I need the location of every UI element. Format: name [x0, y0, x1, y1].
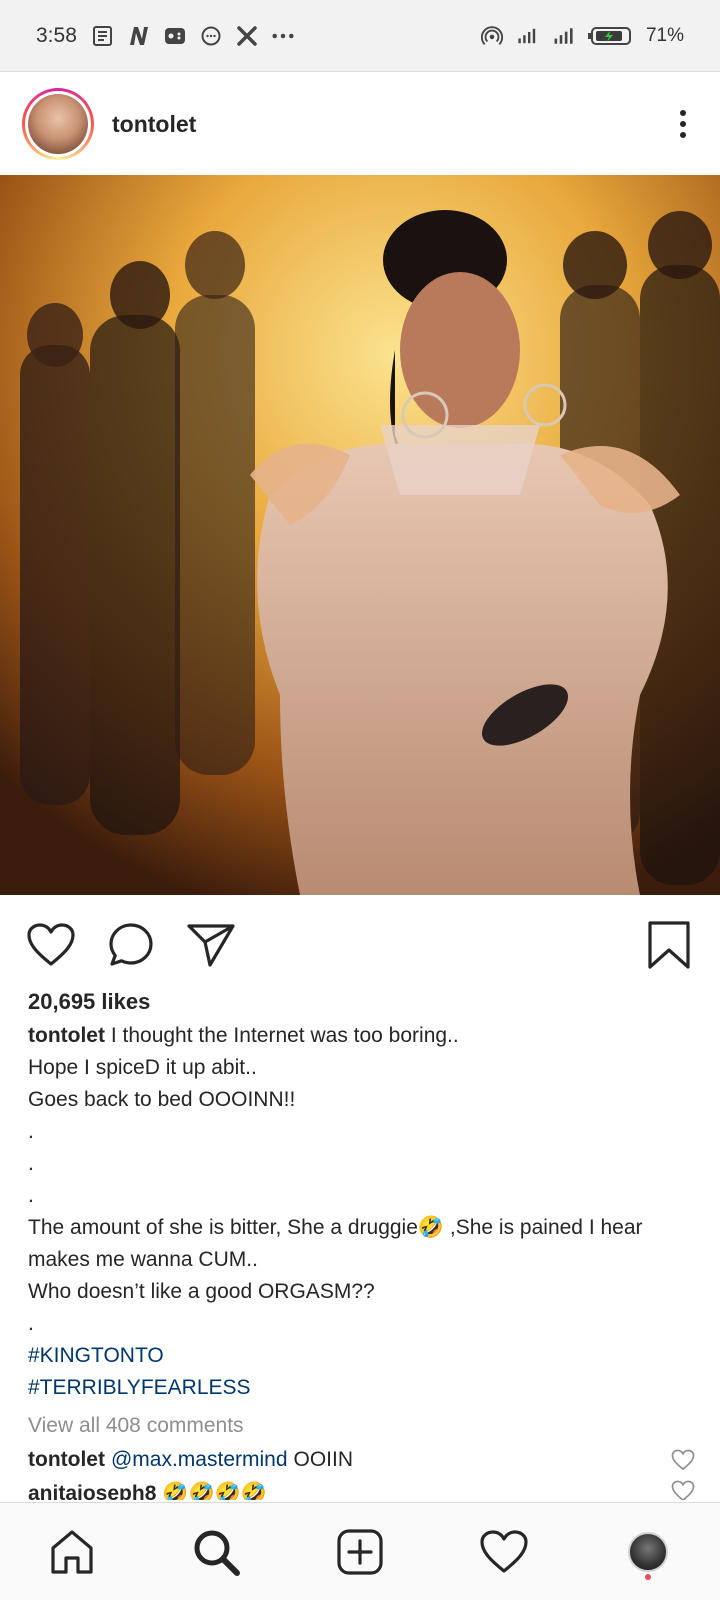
- home-icon[interactable]: [42, 1522, 102, 1582]
- share-send-icon[interactable]: [184, 918, 238, 972]
- game-icon: [163, 24, 187, 48]
- caption-line: Who doesn’t like a good ORGASM??: [28, 1280, 375, 1303]
- x-icon: [235, 24, 259, 48]
- caption-line: .: [28, 1184, 34, 1207]
- bottom-nav: [0, 1502, 720, 1600]
- post-username[interactable]: tontolet: [112, 111, 196, 138]
- status-bar: 3:58 71%: [0, 0, 720, 72]
- caption-line: Hope I spiceD it up abit..: [28, 1056, 257, 1079]
- caption-line: Goes back to bed OOOINN!!: [28, 1088, 296, 1111]
- battery-icon: [587, 24, 634, 48]
- save-bookmark-icon[interactable]: [642, 918, 696, 972]
- post-photo-illustration: [0, 175, 720, 895]
- more-options-button[interactable]: [668, 104, 698, 144]
- comment-icon[interactable]: [104, 918, 158, 972]
- comment-like-icon[interactable]: [670, 1478, 696, 1500]
- caption-line: I thought the Internet was too boring..: [110, 1024, 459, 1047]
- likes-count[interactable]: 20,695 likes: [28, 986, 696, 1018]
- caption-username[interactable]: tontolet: [28, 1024, 105, 1047]
- hotspot-icon: [480, 24, 504, 48]
- status-time: 3:58: [36, 23, 77, 47]
- comment-like-icon[interactable]: [670, 1447, 696, 1473]
- battery-percent: 71%: [645, 24, 684, 46]
- view-all-comments-link[interactable]: View all 408 comments: [28, 1410, 696, 1442]
- post-photo[interactable]: [0, 175, 720, 895]
- n-app-icon: [127, 24, 151, 48]
- comment-row: tontolet @max.mastermind OOIIN: [28, 1442, 696, 1478]
- chat-bubble-icon: [199, 24, 223, 48]
- caption-line: .: [28, 1312, 34, 1335]
- post-content: 20,695 likes tontolet I thought the Inte…: [28, 986, 696, 1500]
- like-heart-icon[interactable]: [24, 918, 78, 972]
- profile-tab[interactable]: [618, 1522, 678, 1582]
- comment-row: anitajoseph8 🤣🤣🤣🤣: [28, 1478, 696, 1500]
- hashtag-link[interactable]: #KINGTONTO: [28, 1340, 696, 1372]
- caption-line: .: [28, 1152, 34, 1175]
- comment-username[interactable]: anitajoseph8: [28, 1478, 156, 1500]
- news-icon: [91, 24, 115, 48]
- notification-dot: [645, 1573, 651, 1580]
- search-icon[interactable]: [186, 1522, 246, 1582]
- comment-username[interactable]: tontolet: [28, 1444, 105, 1476]
- profile-avatar[interactable]: [628, 1531, 668, 1572]
- activity-heart-icon[interactable]: [474, 1522, 534, 1582]
- comment-text: OOIIN: [293, 1448, 354, 1471]
- signal-icon: [552, 24, 576, 48]
- comment-mention[interactable]: @max.mastermind: [111, 1444, 288, 1476]
- caption-line: The amount of she is bitter, She a drugg…: [28, 1216, 643, 1271]
- caption-line: .: [28, 1120, 34, 1143]
- caption: tontolet I thought the Internet was too …: [28, 1020, 696, 1052]
- avatar[interactable]: [22, 88, 94, 160]
- more-dots-icon: [271, 24, 295, 48]
- signal-icon: [516, 24, 540, 48]
- hashtag-link[interactable]: #TERRIBLYFEARLESS: [28, 1372, 696, 1404]
- post-actions: [0, 905, 720, 985]
- post-header: tontolet: [0, 73, 720, 175]
- comment-text: 🤣🤣🤣🤣: [162, 1482, 267, 1500]
- add-post-icon[interactable]: [330, 1522, 390, 1582]
